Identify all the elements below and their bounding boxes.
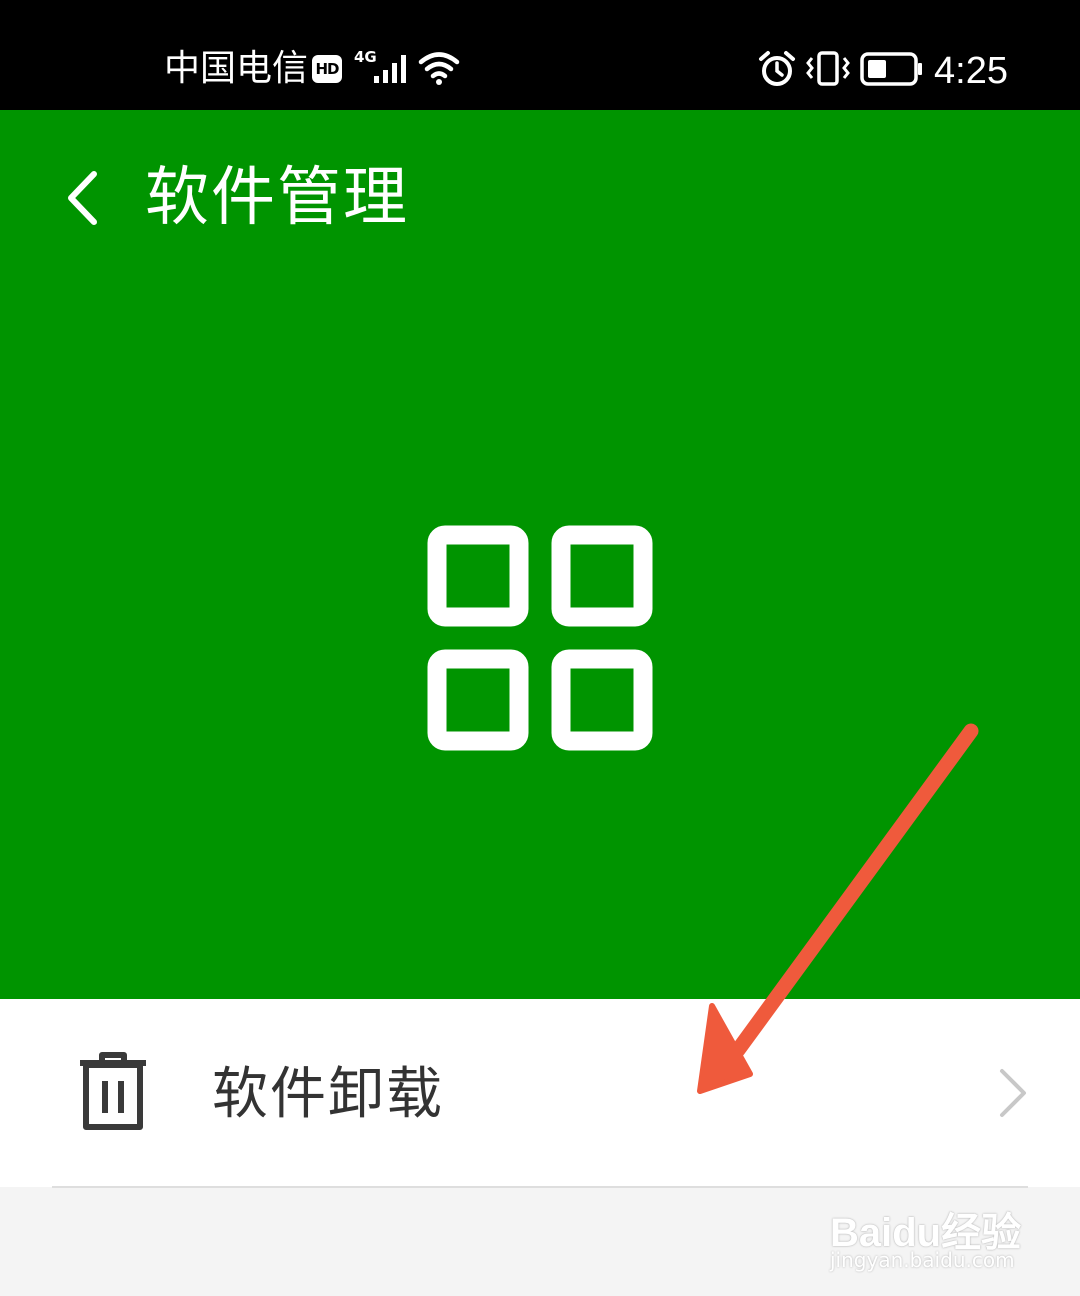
chevron-left-icon: [68, 171, 97, 225]
battery-icon: [860, 52, 922, 86]
signal-icon: [374, 55, 406, 83]
list-item-label: 软件卸载: [212, 1062, 444, 1127]
carrier-name: 中国电信: [164, 48, 309, 89]
wifi-icon: [418, 52, 460, 85]
alarm-icon: [759, 51, 795, 86]
watermark: Baidu经验 jingyan.baidu.com: [830, 1182, 1030, 1282]
list-item-uninstall[interactable]: 软件卸载: [0, 999, 1080, 1187]
status-time: 4:25: [934, 50, 1008, 92]
app-header: 软件管理: [0, 110, 1080, 999]
hd-badge-icon: HD: [312, 55, 342, 83]
status-bar: 中国电信 HD 4G 4:25: [0, 0, 1080, 110]
page-title: 软件管理: [145, 161, 409, 235]
watermark-url: jingyan.baidu.com: [830, 1248, 1015, 1272]
chevron-right-icon: [1000, 1069, 1026, 1117]
apps-grid-icon: [427, 525, 653, 751]
trash-icon: [80, 1052, 146, 1130]
vibrate-icon: [806, 51, 850, 86]
back-button[interactable]: [56, 168, 116, 228]
